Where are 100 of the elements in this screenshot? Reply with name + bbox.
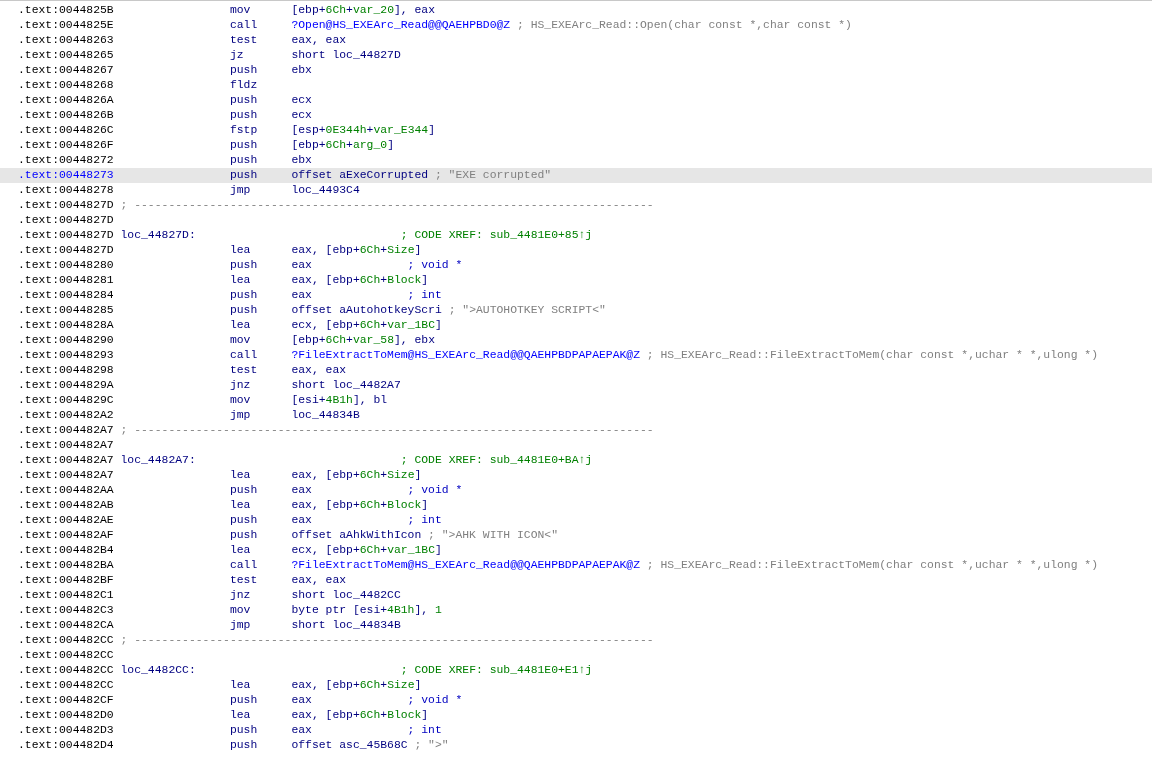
operand-text: ?FileExtractToMem@HS_EXEArc_Read@@QAEHPBDPAPAEPAK@Z <box>291 348 641 363</box>
operand-text: eax, [ebp+6Ch+Size] <box>291 678 422 693</box>
code-line[interactable]: .text:0044826F push [ebp+6Ch+arg_0] <box>0 138 1152 153</box>
instruction-mnemonic: push <box>229 738 259 753</box>
code-line[interactable]: .text:0044826C fstp [esp+0E344h+var_E344] <box>0 123 1152 138</box>
operand-text: eax <box>291 258 313 273</box>
operand-text: eax, [ebp+6Ch+Block] <box>291 273 429 288</box>
code-line[interactable]: .text:00448290 mov [ebp+6Ch+var_58], ebx <box>0 333 1152 348</box>
operand-text: offset asc_45B68C <box>291 738 408 753</box>
code-comment: ; void * <box>407 258 463 273</box>
line-address: .text:00448267 <box>18 63 115 78</box>
line-address: .text:0044827D <box>18 228 115 243</box>
code-line[interactable]: .text:0044829A jnz short loc_4482A7 <box>0 378 1152 393</box>
line-address: .text:004482CC <box>18 648 115 663</box>
operand-text: short loc_44834B <box>291 618 401 633</box>
code-line[interactable]: .text:004482C1 jnz short loc_4482CC <box>0 588 1152 603</box>
code-line[interactable]: .text:004482CC loc_4482CC: ; CODE XREF: sub_4481E0+E1↑j <box>0 663 1152 678</box>
code-line[interactable]: .text:004482BA call ?FileExtractToMem@HS_EXEArc_Read@@QAEHPBDPAPAEPAK@Z ; HS_EXEArc_Read::FileExtractToMem(char const *,uchar * *,ulong *) <box>0 558 1152 573</box>
code-label[interactable]: loc_4482A7: <box>120 453 401 468</box>
line-address: .text:0044825B <box>18 3 115 18</box>
operand-text: short loc_4482A7 <box>291 378 401 393</box>
code-line[interactable]: .text:0044827D loc_44827D: ; CODE XREF: sub_4481E0+85↑j <box>0 228 1152 243</box>
code-line[interactable]: .text:00448298 test eax, eax <box>0 363 1152 378</box>
code-line[interactable]: .text:004482AE push eax ; int <box>0 513 1152 528</box>
code-line[interactable]: .text:004482AF push offset aAhkWithIcon ; ">AHK WITH ICON<" <box>0 528 1152 543</box>
operand-text: byte ptr [esi+4B1h], 1 <box>291 603 442 618</box>
code-line[interactable]: .text:00448293 call ?FileExtractToMem@HS_EXEArc_Read@@QAEHPBDPAPAEPAK@Z ; HS_EXEArc_Read::FileExtractToMem(char const *,uchar * *,ulong *) <box>0 348 1152 363</box>
operand-text: eax, [ebp+6Ch+Size] <box>291 468 422 483</box>
code-line[interactable]: .text:004482CC ; ---------------------------------------------------------------------------- <box>0 633 1152 648</box>
line-address: .text:004482CF <box>18 693 115 708</box>
code-line[interactable]: .text:00448280 push eax ; void * <box>0 258 1152 273</box>
code-label[interactable]: loc_4482CC: <box>120 663 401 678</box>
instruction-mnemonic: push <box>229 483 259 498</box>
code-line[interactable]: .text:0044825B mov [ebp+6Ch+var_20], eax <box>0 3 1152 18</box>
line-address: .text:004482A7 <box>18 453 115 468</box>
instruction-mnemonic: lea <box>229 273 252 288</box>
code-line[interactable]: .text:00448265 jz short loc_44827D <box>0 48 1152 63</box>
code-line[interactable]: .text:004482A7 ; ---------------------------------------------------------------------------- <box>0 423 1152 438</box>
code-line[interactable]: .text:0044826A push ecx <box>0 93 1152 108</box>
code-line[interactable]: .text:0044827D ; ---------------------------------------------------------------------------- <box>0 198 1152 213</box>
code-line[interactable]: .text:004482A7 <box>0 438 1152 453</box>
code-line[interactable]: .text:0044825E call ?Open@HS_EXEArc_Read@@QAEHPBD0@Z ; HS_EXEArc_Read::Open(char const *,char const *) <box>0 18 1152 33</box>
instruction-mnemonic: mov <box>229 393 252 408</box>
code-line[interactable]: .text:004482AB lea eax, [ebp+6Ch+Block] <box>0 498 1152 513</box>
operand-text: eax, eax <box>291 573 348 588</box>
code-comment: ; ">" <box>414 738 449 753</box>
code-line[interactable]: .text:00448267 push ebx <box>0 63 1152 78</box>
operand-text: loc_44834B <box>291 408 361 423</box>
operand-text: [ebp+6Ch+arg_0] <box>291 138 395 153</box>
line-address: .text:00448268 <box>18 78 115 93</box>
code-line[interactable]: .text:004482BF test eax, eax <box>0 573 1152 588</box>
code-line[interactable]: .text:004482CA jmp short loc_44834B <box>0 618 1152 633</box>
instruction-mnemonic: lea <box>229 243 252 258</box>
code-line[interactable]: .text:0044826B push ecx <box>0 108 1152 123</box>
code-line[interactable]: .text:0044827D <box>0 213 1152 228</box>
operand-text: ecx <box>291 93 313 108</box>
code-comment: ; void * <box>407 693 463 708</box>
code-line[interactable]: .text:004482CC lea eax, [ebp+6Ch+Size] <box>0 678 1152 693</box>
operand-text: ?Open@HS_EXEArc_Read@@QAEHPBD0@Z <box>291 18 511 33</box>
code-line[interactable]: .text:004482CF push eax ; void * <box>0 693 1152 708</box>
instruction-mnemonic: push <box>229 528 259 543</box>
code-line[interactable]: .text:00448278 jmp loc_4493C4 <box>0 183 1152 198</box>
line-address: .text:004482A7 <box>18 468 115 483</box>
line-address: .text:004482AF <box>18 528 115 543</box>
line-address: .text:004482D3 <box>18 723 115 738</box>
line-address: .text:00448263 <box>18 33 115 48</box>
operand-text: eax <box>291 723 313 738</box>
line-address: .text:004482CA <box>18 618 115 633</box>
code-line[interactable]: .text:004482AA push eax ; void * <box>0 483 1152 498</box>
line-address: .text:004482C3 <box>18 603 115 618</box>
code-line[interactable]: .text:00448272 push ebx <box>0 153 1152 168</box>
line-address: .text:0044826A <box>18 93 115 108</box>
line-address: .text:004482AA <box>18 483 115 498</box>
code-line[interactable]: .text:004482D0 lea eax, [ebp+6Ch+Block] <box>0 708 1152 723</box>
code-line[interactable]: .text:0044829C mov [esi+4B1h], bl <box>0 393 1152 408</box>
line-address: .text:00448278 <box>18 183 115 198</box>
code-line[interactable]: .text:004482A7 lea eax, [ebp+6Ch+Size] <box>0 468 1152 483</box>
line-address: .text:004482BA <box>18 558 115 573</box>
code-line[interactable]: .text:004482D4 push offset asc_45B68C ; ">" <box>0 738 1152 753</box>
operand-text: [ebp+6Ch+var_58], ebx <box>291 333 435 348</box>
code-line[interactable]: .text:0044828A lea ecx, [ebp+6Ch+var_1BC] <box>0 318 1152 333</box>
code-line[interactable]: .text:00448268 fldz <box>0 78 1152 93</box>
code-label[interactable]: loc_44827D: <box>120 228 401 243</box>
operand-text: offset aAutohotkeyScri <box>291 303 442 318</box>
code-line[interactable]: .text:004482A7 loc_4482A7: ; CODE XREF: sub_4481E0+BA↑j <box>0 453 1152 468</box>
code-line[interactable]: .text:00448284 push eax ; int <box>0 288 1152 303</box>
code-comment: ; int <box>407 513 442 528</box>
code-line[interactable]: .text:004482C3 mov byte ptr [esi+4B1h], 1 <box>0 603 1152 618</box>
instruction-mnemonic: mov <box>229 3 252 18</box>
code-line[interactable]: .text:0044827D lea eax, [ebp+6Ch+Size] <box>0 243 1152 258</box>
line-address: .text:004482CC <box>18 663 115 678</box>
xref-comment: ; CODE XREF: sub_4481E0+E1↑j <box>400 663 593 678</box>
code-line[interactable]: .text:00448285 push offset aAutohotkeyScri ; ">AUTOHOTKEY SCRIPT<" <box>0 303 1152 318</box>
instruction-mnemonic: push <box>229 108 259 123</box>
code-line[interactable]: .text:004482A2 jmp loc_44834B <box>0 408 1152 423</box>
code-line[interactable]: .text:00448281 lea eax, [ebp+6Ch+Block] <box>0 273 1152 288</box>
code-line[interactable]: .text:004482B4 lea ecx, [ebp+6Ch+var_1BC] <box>0 543 1152 558</box>
code-line[interactable]: .text:004482CC <box>0 648 1152 663</box>
code-line[interactable]: .text:004482D3 push eax ; int <box>0 723 1152 738</box>
code-line[interactable]: .text:00448263 test eax, eax <box>0 33 1152 48</box>
